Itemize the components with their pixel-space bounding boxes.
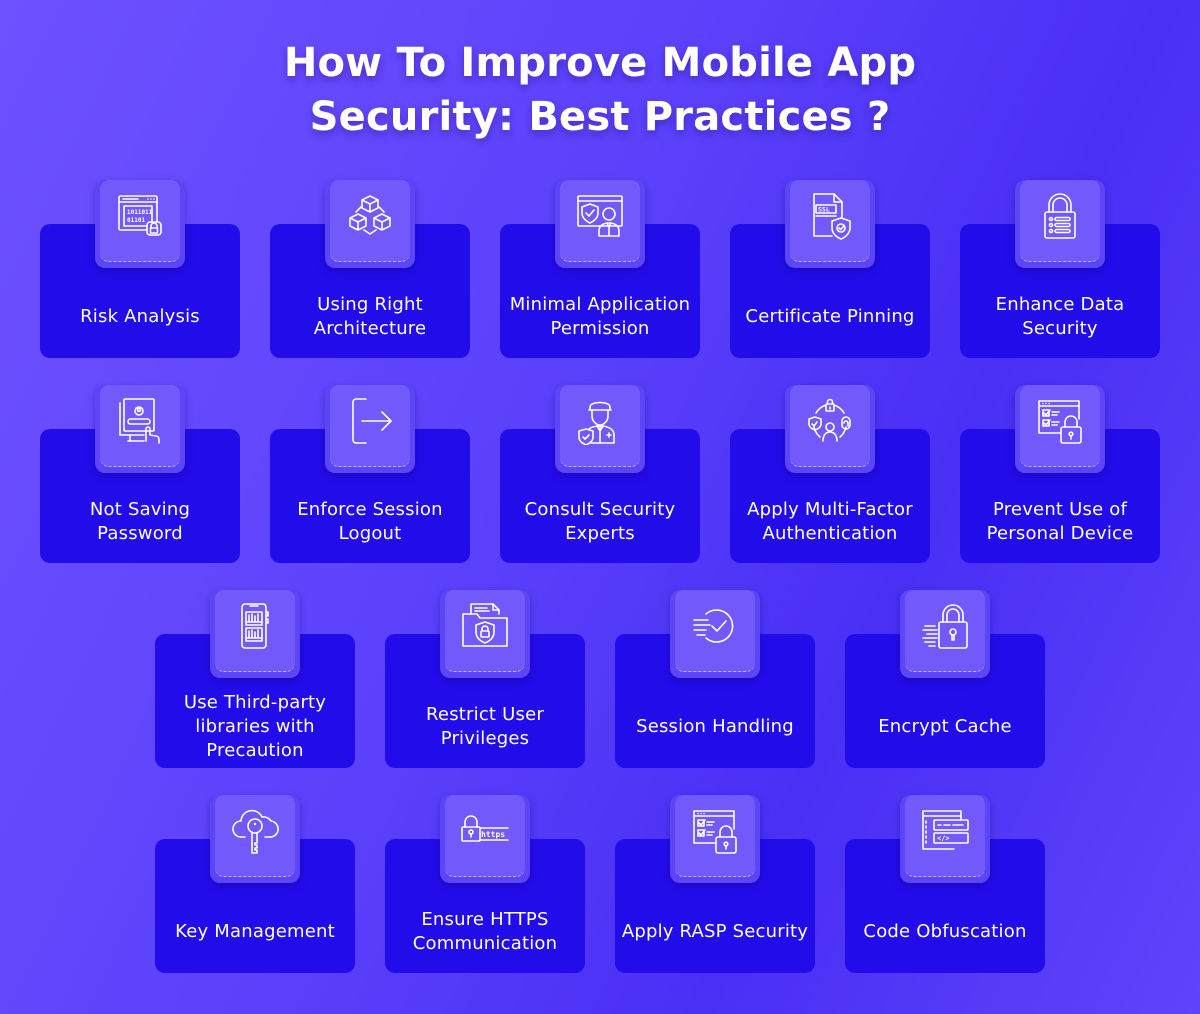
svg-text:1011011: 1011011 — [127, 209, 153, 216]
practice-card-consult-security-experts: Consult Security Experts — [500, 385, 700, 563]
practice-card-restrict-privileges: Restrict User Privileges — [385, 590, 585, 768]
practice-label: Enhance Data Security — [995, 294, 1125, 339]
practice-card-enforce-session-logout: Enforce Session Logout — [270, 385, 470, 563]
logout-icon — [352, 398, 392, 444]
practice-card-apply-rasp: Apply RASP Security — [615, 795, 815, 973]
practice-label: Consult Security Experts — [524, 499, 676, 544]
svg-text:01101: 01101 — [127, 217, 145, 224]
password-login-monitor-icon — [119, 398, 160, 444]
practice-card-third-party-libraries: Use Third-party libraries with Precautio… — [155, 590, 355, 768]
practice-label: Session Handling — [636, 716, 794, 737]
page-title: How To Improve Mobile App Security: Best… — [0, 36, 1200, 144]
practice-label: Code Obfuscation — [863, 921, 1027, 942]
practice-label: Risk Analysis — [80, 306, 200, 327]
practice-card-encrypt-cache: Encrypt Cache — [845, 590, 1045, 768]
phone-library-icon — [241, 603, 269, 649]
practice-card-session-handling: Session Handling — [615, 590, 815, 768]
code-window-icon: </> — [922, 810, 969, 850]
practice-label: Encrypt Cache — [878, 716, 1012, 737]
svg-text:https: https — [481, 830, 505, 839]
practice-card-code-obfuscation: </> Code Obfuscation — [845, 795, 1045, 973]
cloud-key-icon — [232, 809, 279, 854]
practice-label: Key Management — [175, 921, 335, 942]
practice-card-enhance-data-security: Enhance Data Security — [960, 180, 1160, 358]
cubes-network-icon — [349, 195, 391, 235]
practice-label: Ensure HTTPS Communication — [412, 909, 558, 954]
checklist-padlock-icon — [693, 810, 737, 854]
practice-card-minimal-permission: Minimal Application Permission — [500, 180, 700, 358]
security-officer-icon — [578, 401, 615, 445]
multi-factor-auth-icon — [808, 398, 851, 442]
practice-card-prevent-personal-device: Prevent Use of Personal Device — [960, 385, 1160, 563]
title-line-2: Security: Best Practices ? — [309, 94, 891, 140]
practice-label: Use Third-party libraries with Precautio… — [183, 692, 327, 761]
https-lock-icon: https — [461, 815, 509, 842]
folder-shield-lock-icon — [462, 603, 508, 647]
practice-card-certificate-pinning: SSL Certificate Pinning — [730, 180, 930, 358]
practice-label: Certificate Pinning — [745, 306, 915, 327]
svg-text:</>: </> — [937, 835, 950, 843]
title-line-1: How To Improve Mobile App — [283, 40, 917, 86]
practice-label: Minimal Application Permission — [509, 294, 691, 339]
user-shield-screen-icon — [577, 195, 623, 237]
padlock-list-icon — [1044, 193, 1076, 239]
practice-label: Not Saving Password — [89, 499, 191, 544]
practice-label: Prevent Use of Personal Device — [986, 499, 1134, 544]
practice-label: Enforce Session Logout — [297, 499, 443, 544]
practice-card-right-architecture: Using Right Architecture — [270, 180, 470, 358]
fast-check-icon — [693, 609, 734, 643]
practice-card-multi-factor-auth: Apply Multi-Factor Authentication — [730, 385, 930, 563]
ssl-certificate-shield-icon: SSL — [813, 193, 851, 240]
practice-card-key-management: Key Management — [155, 795, 355, 973]
practice-label: Apply Multi-Factor Authentication — [747, 499, 913, 544]
practice-label: Using Right Architecture — [313, 294, 427, 339]
svg-text:SSL: SSL — [818, 206, 830, 214]
practice-card-ensure-https: https Ensure HTTPS Communication — [385, 795, 585, 973]
checklist-padlock-icon — [1038, 400, 1082, 444]
practice-label: Restrict User Privileges — [426, 704, 544, 749]
practice-card-not-saving-password: Not Saving Password — [40, 385, 240, 563]
practice-card-risk-analysis: 1011011 01101 Risk Analysis — [40, 180, 240, 358]
binary-lock-window-icon: 1011011 01101 — [118, 195, 162, 236]
practice-label: Apply RASP Security — [621, 921, 809, 942]
fast-padlock-icon — [922, 604, 968, 649]
